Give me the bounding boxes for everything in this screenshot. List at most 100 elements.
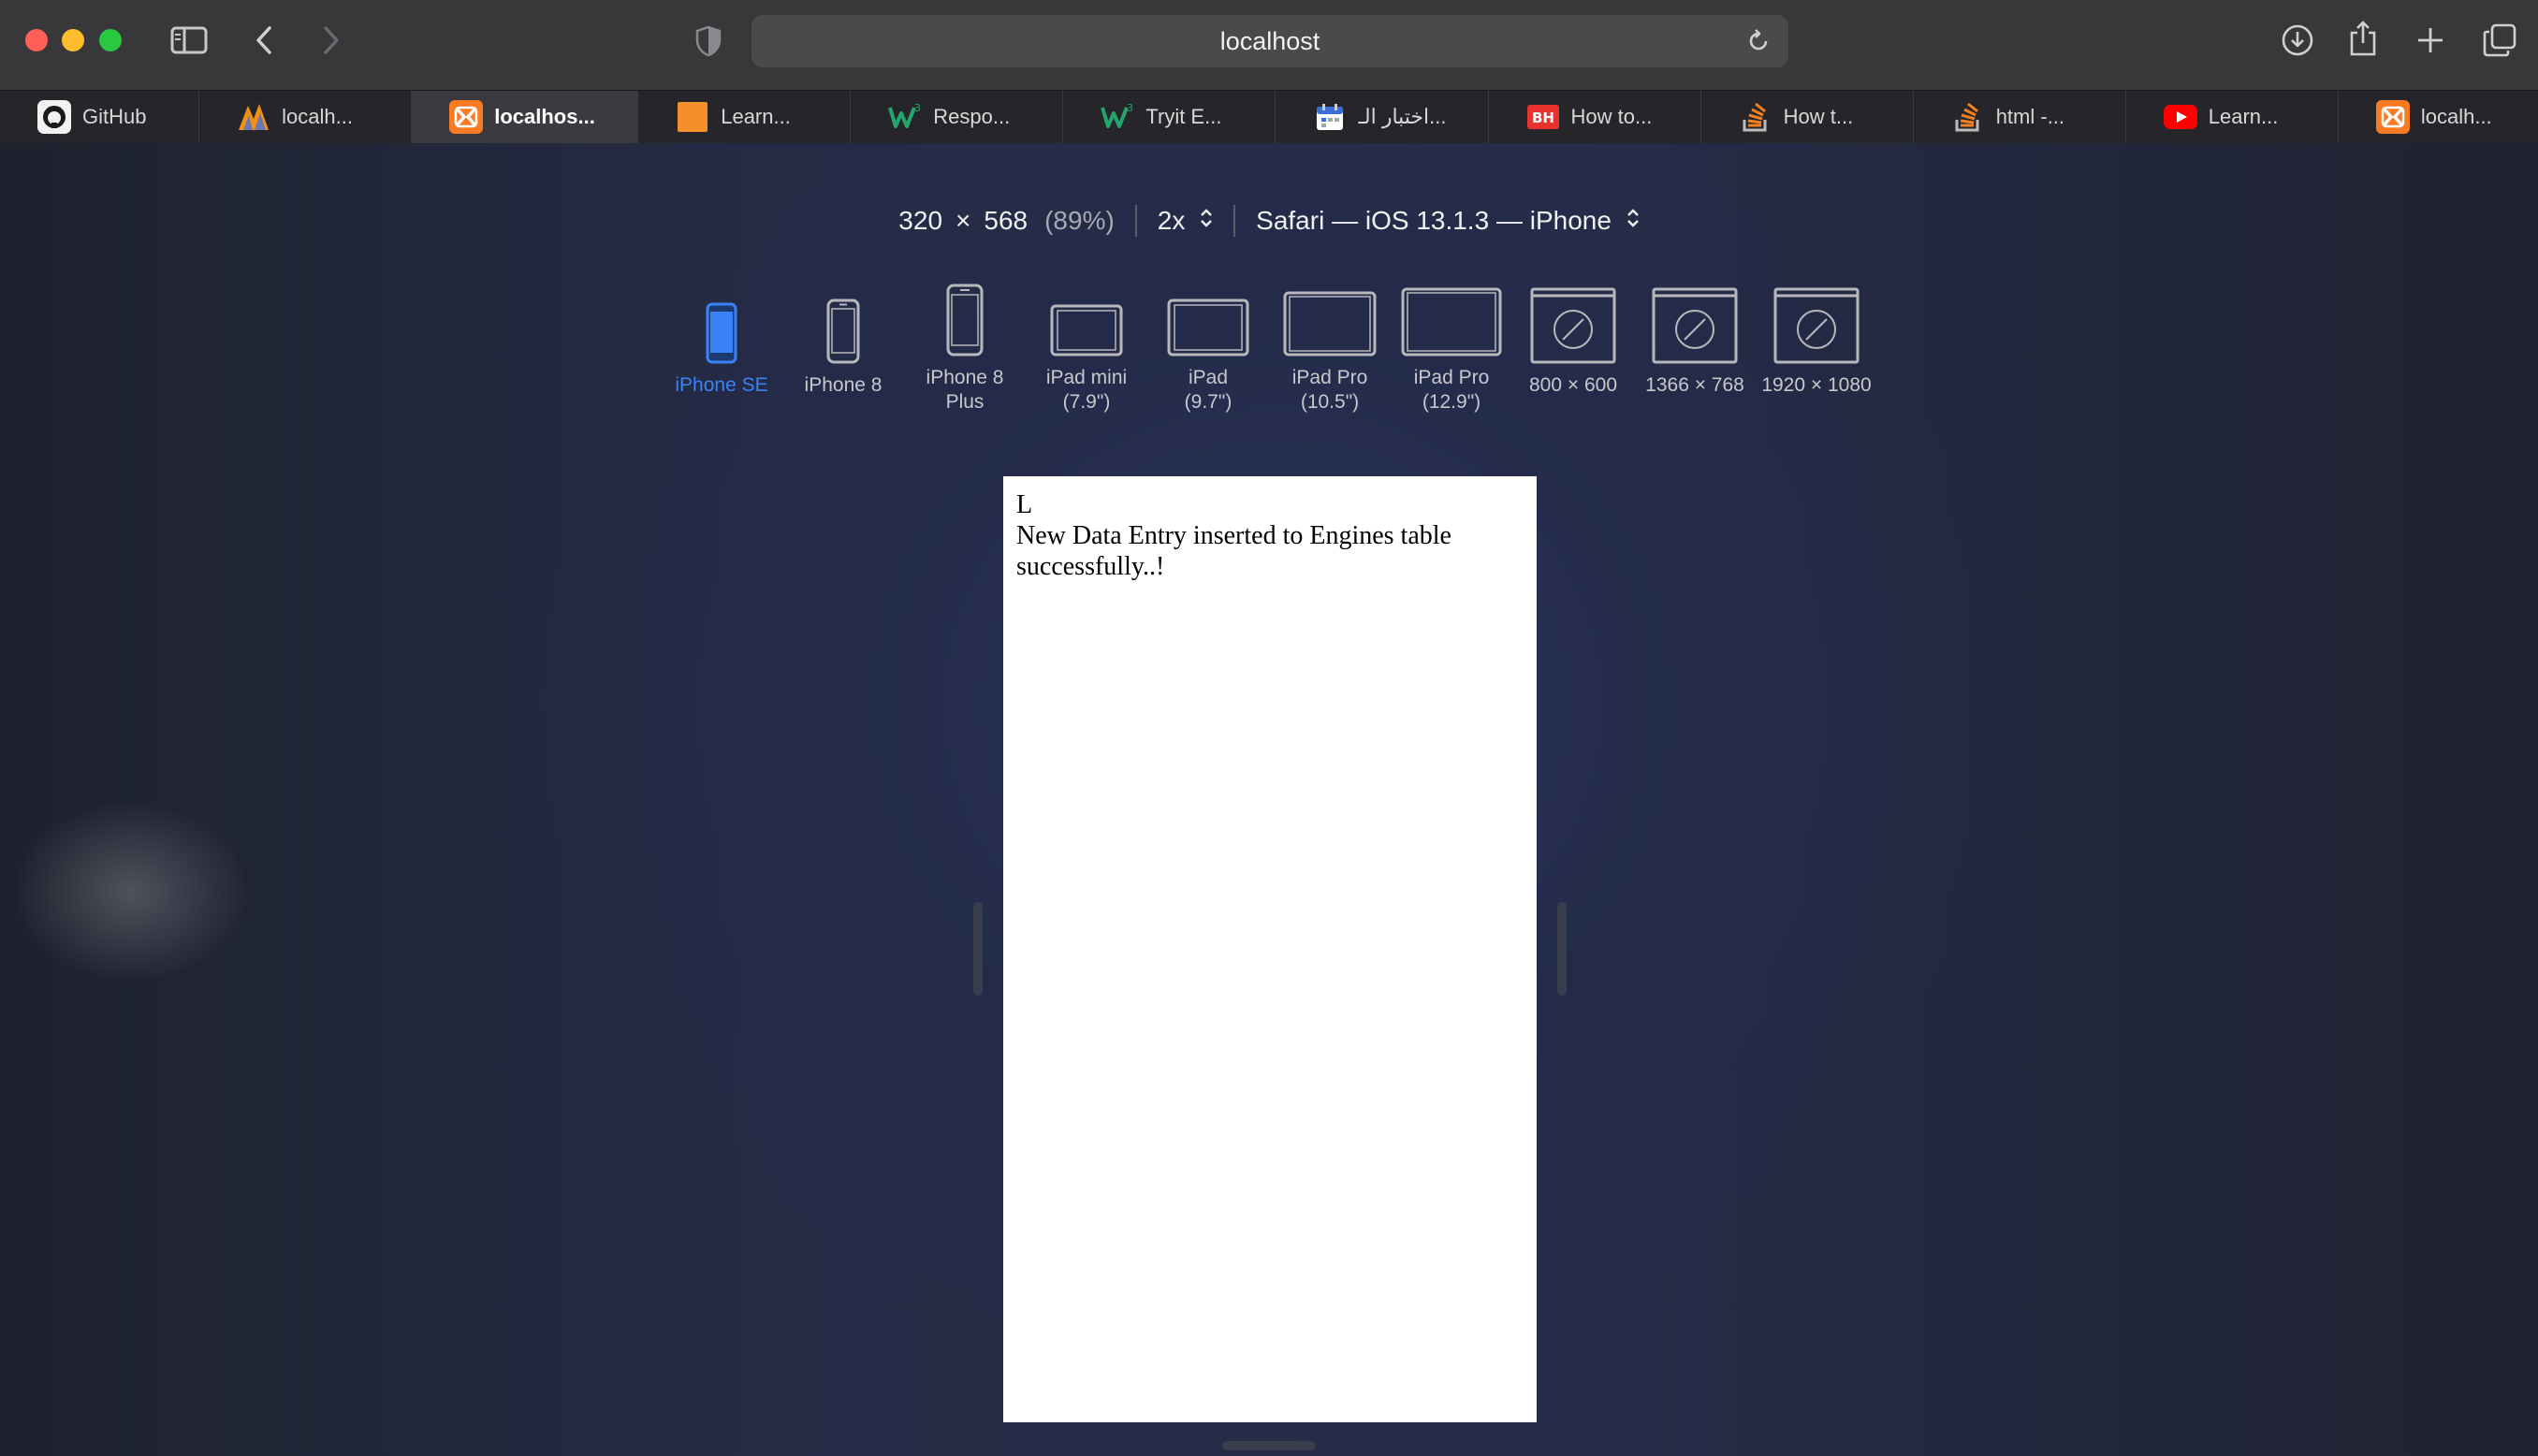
ipad-icon	[1026, 284, 1147, 357]
resize-handle-right[interactable]	[1557, 902, 1567, 996]
stackoverflow-icon	[1739, 100, 1772, 134]
chevron-updown-icon	[1200, 207, 1213, 229]
tab-learn-orange[interactable]: Learn...	[638, 91, 852, 143]
tab-label: localh...	[282, 105, 353, 128]
orange-square-icon	[676, 100, 709, 134]
minimize-window-button[interactable]	[62, 29, 84, 51]
tab-label: localhos...	[494, 105, 595, 128]
device-label: iPad Pro	[1413, 367, 1490, 388]
user-agent-value: Safari — iOS 13.1.3 — iPhone	[1256, 206, 1612, 235]
resize-handle-left[interactable]	[973, 902, 983, 996]
iphone-icon	[782, 284, 904, 364]
svg-text:3: 3	[914, 102, 921, 114]
device-label: iPhone SE	[675, 374, 768, 396]
tab-label: Respo...	[933, 105, 1011, 128]
device-presets: iPhone SE iPhone 8 iPhone 8 Plus iPad mi…	[0, 284, 2538, 424]
responsive-settings-bar: 320 × 568 (89%) 2x Safari — iOS 13.1.3 —…	[0, 205, 2538, 237]
tab-label: html -...	[1995, 105, 2065, 128]
tab-label: Learn...	[2208, 105, 2279, 128]
device-iphone-8-plus[interactable]: iPhone 8 Plus	[904, 284, 1026, 415]
device-ipad[interactable]: iPad (9.7")	[1147, 284, 1269, 415]
page-content: L New Data Entry inserted to Engines tab…	[1003, 476, 1537, 595]
tab-github[interactable]: GitHub	[0, 91, 200, 143]
tab-label: How to...	[1570, 105, 1653, 128]
viewport-width[interactable]: 320	[898, 206, 942, 236]
device-label: iPad Pro	[1291, 367, 1368, 388]
device-label-line2: (9.7")	[1184, 391, 1233, 413]
viewport-height[interactable]: 568	[984, 206, 1028, 236]
device-1366x768[interactable]: 1366 × 768	[1634, 284, 1756, 398]
forward-icon[interactable]	[318, 24, 344, 56]
tab-label: Tryit E...	[1145, 105, 1222, 128]
pixel-ratio-value: 2x	[1157, 206, 1186, 235]
close-window-button[interactable]	[25, 29, 48, 51]
chevron-updown-icon	[1626, 207, 1640, 229]
calendar-icon	[1313, 100, 1347, 134]
tab-howto-bh[interactable]: BH How to...	[1489, 91, 1701, 143]
pixel-ratio-select[interactable]: 2x	[1158, 206, 1213, 236]
safari-window: localhost GitHub localh... localhos... L…	[0, 0, 2538, 1456]
device-label-line2: Plus	[945, 391, 985, 413]
reload-icon[interactable]	[1745, 28, 1772, 54]
device-ipad-mini[interactable]: iPad mini (7.9")	[1026, 284, 1147, 415]
sidebar-icon[interactable]	[170, 24, 208, 56]
tab-stackoverflow-html[interactable]: html -...	[1914, 91, 2126, 143]
device-label: iPad mini	[1045, 367, 1128, 388]
user-agent-select[interactable]: Safari — iOS 13.1.3 — iPhone	[1256, 206, 1640, 236]
tab-label: GitHub	[82, 105, 147, 128]
tab-w3schools-responsive[interactable]: 3 Respo...	[851, 91, 1064, 143]
xampp-icon	[2375, 100, 2410, 134]
device-iphone-se[interactable]: iPhone SE	[661, 284, 782, 398]
success-message: New Data Entry inserted to Engines table…	[1016, 521, 1451, 581]
device-800x600[interactable]: 800 × 600	[1512, 284, 1634, 398]
simulated-viewport[interactable]: L New Data Entry inserted to Engines tab…	[1003, 476, 1537, 1422]
tab-phpmyadmin[interactable]: localh...	[199, 91, 413, 143]
dimension-separator: ×	[955, 206, 971, 235]
tab-label: اختبار الـ...	[1358, 105, 1447, 128]
tab-label: Learn...	[721, 105, 791, 128]
device-ipad-pro-10-5[interactable]: iPad Pro (10.5")	[1269, 284, 1391, 415]
device-1920x1080[interactable]: 1920 × 1080	[1756, 284, 1877, 398]
device-iphone-8[interactable]: iPhone 8	[782, 284, 904, 398]
divider	[1134, 205, 1137, 237]
back-icon[interactable]	[251, 24, 277, 56]
iphone-icon	[661, 284, 782, 364]
download-icon[interactable]	[2280, 22, 2315, 58]
w3schools-icon: 3	[1101, 100, 1134, 134]
device-ipad-pro-12-9[interactable]: iPad Pro (12.9")	[1391, 284, 1512, 415]
tab-localhost-active[interactable]: localhos...	[412, 91, 639, 143]
device-label: iPhone 8	[926, 367, 1004, 388]
youtube-icon	[2163, 100, 2197, 134]
new-tab-icon[interactable]	[2414, 24, 2446, 56]
github-icon	[37, 100, 71, 134]
maximize-window-button[interactable]	[99, 29, 122, 51]
resize-handle-bottom[interactable]	[1222, 1441, 1316, 1450]
device-label: 1920 × 1080	[1761, 374, 1872, 396]
address-bar[interactable]: localhost	[751, 15, 1788, 67]
safari-window-icon	[1512, 284, 1634, 364]
tab-overview-icon[interactable]	[2482, 22, 2517, 58]
device-label: iPad	[1188, 367, 1229, 388]
page-text-line-1: L	[1016, 490, 1033, 519]
device-label: 1366 × 768	[1645, 374, 1744, 396]
share-icon[interactable]	[2347, 19, 2379, 58]
toolbar: localhost	[0, 0, 2538, 90]
tab-stackoverflow-howto[interactable]: How t...	[1701, 91, 1914, 143]
ipad-icon	[1391, 284, 1512, 357]
address-text: localhost	[1219, 26, 1320, 55]
tab-youtube-learn[interactable]: Learn...	[2126, 91, 2339, 143]
ipad-icon	[1147, 284, 1269, 357]
xampp-icon	[449, 100, 484, 134]
tab-label: How t...	[1783, 105, 1854, 128]
svg-text:BH: BH	[1532, 109, 1554, 126]
device-label: 800 × 600	[1528, 374, 1617, 396]
svg-text:3: 3	[1127, 102, 1133, 114]
zoom-level: (89%)	[1044, 206, 1115, 235]
tab-label: localh...	[2420, 105, 2492, 128]
privacy-shield-icon[interactable]	[693, 24, 724, 58]
tab-localhost-xampp[interactable]: localh...	[2339, 91, 2538, 143]
tab-arabic-quiz[interactable]: اختبار الـ...	[1276, 91, 1489, 143]
safari-window-icon	[1634, 284, 1756, 364]
iphone-icon	[904, 284, 1026, 357]
tab-w3schools-tryit[interactable]: 3 Tryit E...	[1063, 91, 1276, 143]
